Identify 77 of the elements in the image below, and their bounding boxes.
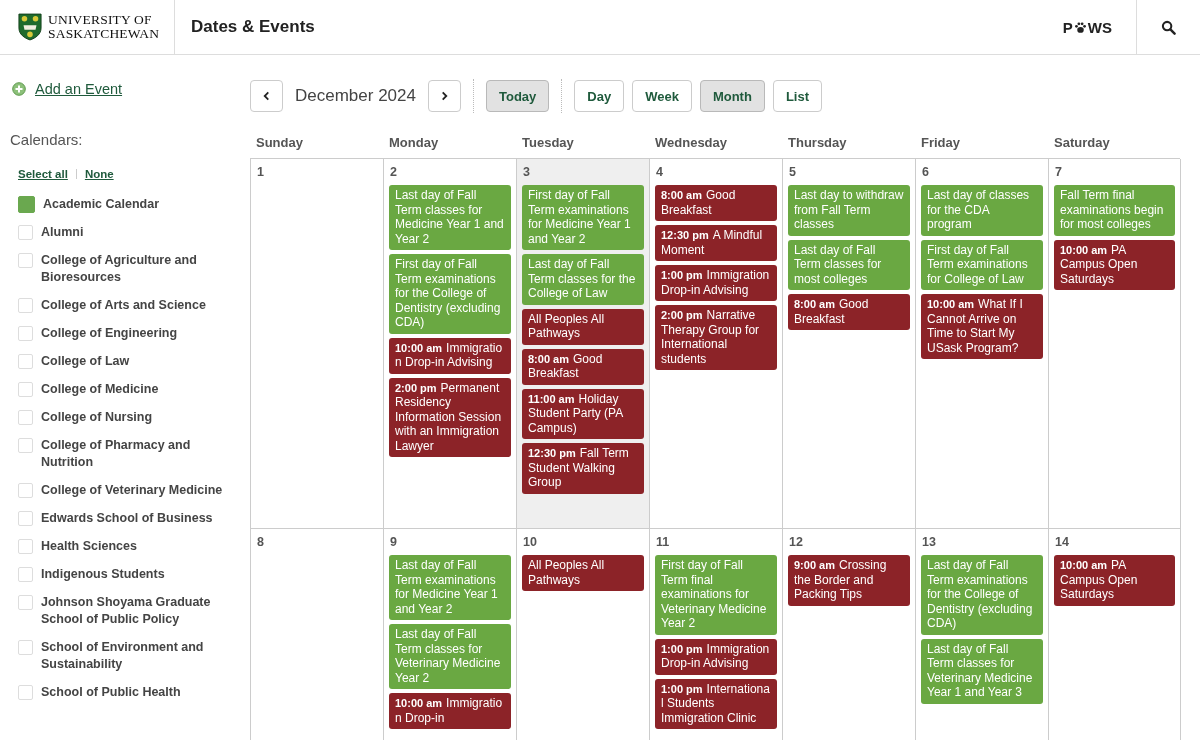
event-entry[interactable]: 1:00 pm International Students Immigration Clinic xyxy=(655,678,777,729)
previous-button[interactable] xyxy=(250,80,283,112)
weekday-header: Monday xyxy=(388,134,440,152)
day-number: 4 xyxy=(655,165,664,181)
search-icon xyxy=(1161,19,1176,35)
day-number: 10 xyxy=(522,535,538,551)
event-entry[interactable]: 8:00 am Good Breakfast xyxy=(655,185,777,221)
day-number: 11 xyxy=(655,535,671,551)
weekday-header: Saturday xyxy=(1053,134,1111,152)
day-number: 7 xyxy=(1054,165,1063,181)
day-number: 12 xyxy=(788,535,804,551)
day-number: 1 xyxy=(256,165,265,181)
calendar-label: Indigenous Students xyxy=(41,566,166,583)
event-entry[interactable]: 8:00 am Good Breakfast xyxy=(788,294,910,330)
event-entry[interactable]: All Peoples All Pathways xyxy=(522,308,644,345)
day-number: 9 xyxy=(389,535,398,551)
logo-text: UNIVERSITY OF xyxy=(48,13,153,27)
calendar-label: College of Medicine xyxy=(41,381,160,398)
page-title: Dates & Events xyxy=(190,16,316,38)
event-entry[interactable]: 11:00 am Holiday Student Party (PA Campus) xyxy=(522,388,644,439)
event-entry[interactable]: 1:00 pm Immigration Drop-in Advising xyxy=(655,638,777,675)
event-entry[interactable]: All Peoples All Pathways xyxy=(522,555,644,591)
day-number: 14 xyxy=(1054,535,1070,551)
add-icon xyxy=(12,82,26,96)
event-entry[interactable]: 10:00 am What If I Cannot Arrive on Time to Start My USask Program? xyxy=(921,294,1043,359)
day-number: 5 xyxy=(788,165,797,181)
event-entry[interactable]: 10:00 am PA Campus Open Saturdays xyxy=(1054,555,1175,606)
calendar-label: College of Arts and Science xyxy=(41,297,207,314)
calendar-label: School of Environment and Sustainability xyxy=(41,639,205,673)
month-label: December 2024 xyxy=(295,86,416,106)
weekday-header: Thursday xyxy=(787,134,848,152)
calendar-label: Johnson Shoyama Graduate School of Public Policy xyxy=(41,594,212,628)
select-none-link[interactable]: None xyxy=(84,168,114,180)
calendar-label: Edwards School of Business xyxy=(41,510,214,527)
calendar-label: College of Pharmacy and Nutrition xyxy=(41,437,192,471)
day-number: 6 xyxy=(921,165,930,181)
event-entry[interactable]: 2:00 pm Permanent Residency Information Session with an Immigration Lawyer xyxy=(389,377,511,457)
event-entry[interactable]: 1:00 pm Immigration Drop-in Advising xyxy=(655,265,777,301)
calendar-label: College of Agriculture and Bioresources xyxy=(41,252,198,286)
weekday-header: Friday xyxy=(920,134,961,152)
calendar-label: Academic Calendar xyxy=(43,196,161,213)
crest-icon xyxy=(18,12,42,42)
paws-link[interactable]: P WS xyxy=(1038,18,1136,36)
event-entry[interactable]: 9:00 am Crossing the Border and Packing Tips xyxy=(788,555,910,606)
weekday-header: Sunday xyxy=(255,134,304,152)
view-tab[interactable]: Week xyxy=(632,80,692,112)
calendar-label: College of Engineering xyxy=(41,325,179,342)
view-tab[interactable]: List xyxy=(772,80,822,112)
weekday-header: Tuesday xyxy=(521,134,575,152)
chevron-left-icon xyxy=(262,91,271,101)
calendar-label: School of Public Health xyxy=(41,684,182,701)
calendar-label: College of Veterinary Medicine xyxy=(41,482,224,499)
event-entry[interactable]: 12:30 pm A Mindful Moment xyxy=(655,225,777,261)
calendar-label: College of Nursing xyxy=(41,409,154,426)
view-tab[interactable]: Day xyxy=(574,80,625,112)
day-number: 3 xyxy=(522,165,531,181)
add-event-link[interactable]: Add an Event xyxy=(35,81,123,97)
event-entry[interactable]: 2:00 pm Narrative Therapy Group for International students xyxy=(655,305,777,370)
day-number: 8 xyxy=(256,535,265,551)
event-entry[interactable]: 12:30 pm Fall Term Student Walking Group xyxy=(522,443,644,494)
event-entry[interactable]: 8:00 am Good Breakfast xyxy=(522,348,644,385)
calendars-heading: Calendars: xyxy=(10,131,84,148)
calendar-label: College of Law xyxy=(41,353,131,370)
weekday-header: Wednesday xyxy=(654,134,728,152)
event-entry[interactable]: 10:00 am Immigration Drop-in Advising xyxy=(389,337,511,374)
paw-icon xyxy=(1073,20,1087,34)
next-button[interactable] xyxy=(427,80,461,112)
select-all-link[interactable]: Select all xyxy=(18,168,68,180)
day-number: 2 xyxy=(389,165,398,181)
logo-text: SASKATCHEWAN xyxy=(48,27,160,41)
calendar-label: Health Sciences xyxy=(41,538,138,555)
event-entry[interactable]: 10:00 am Immigration Drop-in xyxy=(389,693,511,729)
view-tab[interactable]: Month xyxy=(699,80,765,112)
day-number: 13 xyxy=(921,535,937,551)
calendar-label: Alumni xyxy=(41,224,85,241)
event-entry[interactable]: 10:00 am PA Campus Open Saturdays xyxy=(1054,239,1175,290)
checkbox[interactable] xyxy=(18,196,35,213)
